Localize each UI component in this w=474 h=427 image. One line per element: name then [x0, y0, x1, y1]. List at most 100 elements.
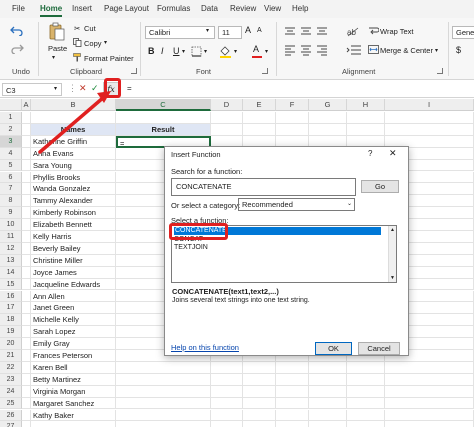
row-header-18[interactable]: 18: [0, 314, 22, 327]
cell-c24[interactable]: [116, 385, 211, 398]
cell-i1[interactable]: [385, 112, 474, 124]
row-header-7[interactable]: 7: [0, 183, 22, 196]
ok-button[interactable]: OK: [315, 342, 352, 355]
cell-f23[interactable]: [276, 373, 309, 386]
cell-h27[interactable]: [347, 421, 385, 427]
column-header-g[interactable]: G: [309, 99, 347, 111]
row-header-19[interactable]: 19: [0, 326, 22, 339]
category-select[interactable]: Recommended: [238, 198, 355, 211]
column-header-h[interactable]: H: [347, 99, 385, 111]
row-header-23[interactable]: 23: [0, 373, 22, 386]
cell-b23[interactable]: Betty Martinez: [31, 373, 116, 386]
cell-a1[interactable]: [22, 112, 31, 124]
font-size-select[interactable]: 11: [218, 26, 242, 39]
alignment-launcher-icon[interactable]: [437, 68, 443, 74]
cancel-button[interactable]: Cancel: [358, 342, 400, 355]
row-header-24[interactable]: 24: [0, 385, 22, 398]
merge-center-dropdown-icon[interactable]: ▾: [435, 47, 438, 54]
row-header-3[interactable]: 3: [0, 135, 22, 148]
cell-f2[interactable]: [276, 123, 309, 136]
undo-icon[interactable]: [10, 24, 24, 36]
row-header-11[interactable]: 11: [0, 231, 22, 243]
cell-d25[interactable]: [211, 397, 243, 410]
cell-f25[interactable]: [276, 397, 309, 410]
cell-b8[interactable]: Tammy Alexander: [31, 195, 116, 208]
function-item-textjoin[interactable]: TEXTJOIN: [174, 244, 208, 252]
cell-b16[interactable]: Ann Allen: [31, 290, 116, 303]
cell-b10[interactable]: Elizabeth Bennett: [31, 219, 116, 231]
cell-a27[interactable]: [22, 421, 31, 427]
cell-g23[interactable]: [309, 373, 347, 386]
cell-a24[interactable]: [22, 385, 31, 398]
row-header-27[interactable]: 27: [0, 421, 22, 427]
cancel-entry-icon[interactable]: ✕: [79, 83, 87, 94]
cell-h1[interactable]: [347, 112, 385, 124]
tab-data[interactable]: Data: [201, 4, 218, 13]
cell-c25[interactable]: [116, 397, 211, 410]
cell-i24[interactable]: [385, 385, 474, 398]
cell-e25[interactable]: [243, 397, 276, 410]
cut-button[interactable]: Cut: [84, 24, 96, 33]
cell-a14[interactable]: [22, 266, 31, 279]
cell-b18[interactable]: Michelle Kelly: [31, 314, 116, 327]
cell-d1[interactable]: [211, 112, 243, 124]
cell-h2[interactable]: [347, 123, 385, 136]
dialog-close-icon[interactable]: ✕: [389, 148, 397, 159]
orientation-icon[interactable]: ab: [346, 25, 360, 37]
cell-a13[interactable]: [22, 254, 31, 267]
cell-a3[interactable]: [22, 135, 31, 148]
cell-b5[interactable]: Sara Young: [31, 159, 116, 172]
row-header-20[interactable]: 20: [0, 338, 22, 350]
tab-view[interactable]: View: [264, 4, 281, 13]
borders-dropdown-icon[interactable]: ▾: [204, 48, 207, 55]
wrap-text-button[interactable]: Wrap Text: [380, 27, 414, 36]
column-header-i[interactable]: I: [385, 99, 474, 111]
row-header-10[interactable]: 10: [0, 219, 22, 231]
row-header-21[interactable]: 21: [0, 350, 22, 362]
cell-b17[interactable]: Janet Green: [31, 302, 116, 315]
cell-b2[interactable]: Names: [31, 123, 116, 136]
scroll-up-icon[interactable]: ▲: [390, 226, 395, 234]
cell-e24[interactable]: [243, 385, 276, 398]
font-color-dropdown-icon[interactable]: ▾: [265, 48, 268, 55]
cell-b12[interactable]: Beverly Bailey: [31, 242, 116, 255]
cell-a4[interactable]: [22, 147, 31, 160]
cell-c22[interactable]: [116, 361, 211, 374]
bold-button[interactable]: B: [148, 46, 155, 56]
cell-g27[interactable]: [309, 421, 347, 427]
column-header-d[interactable]: D: [211, 99, 243, 111]
format-painter-button[interactable]: Format Painter: [84, 54, 134, 63]
column-header-b[interactable]: B: [31, 99, 116, 111]
column-header-f[interactable]: F: [276, 99, 309, 111]
cell-b22[interactable]: Karen Bell: [31, 361, 116, 374]
cell-a17[interactable]: [22, 302, 31, 315]
cell-c1[interactable]: [116, 112, 211, 124]
formula-bar-resize-icon[interactable]: ⋮: [68, 83, 77, 94]
cell-a16[interactable]: [22, 290, 31, 303]
underline-button[interactable]: U: [173, 46, 180, 56]
cell-d2[interactable]: [211, 123, 243, 136]
cell-e1[interactable]: [243, 112, 276, 124]
cell-f22[interactable]: [276, 361, 309, 374]
paste-button[interactable]: Paste: [48, 44, 67, 53]
scroll-down-icon[interactable]: ▼: [390, 274, 395, 282]
cell-a21[interactable]: [22, 350, 31, 362]
function-list-scrollbar[interactable]: ▲ ▼: [388, 226, 396, 282]
cell-c26[interactable]: [116, 409, 211, 422]
cell-g1[interactable]: [309, 112, 347, 124]
merge-center-button[interactable]: Merge & Center: [380, 46, 433, 55]
cell-a15[interactable]: [22, 278, 31, 291]
tab-page-layout[interactable]: Page Layout: [104, 4, 149, 13]
font-name-select[interactable]: Calibri: [145, 26, 215, 39]
cell-e27[interactable]: [243, 421, 276, 427]
row-header-12[interactable]: 12: [0, 242, 22, 255]
cell-g22[interactable]: [309, 361, 347, 374]
shrink-font-icon[interactable]: A: [257, 27, 262, 34]
cell-h24[interactable]: [347, 385, 385, 398]
help-on-function-link[interactable]: Help on this function: [171, 343, 239, 352]
formula-input[interactable]: =: [127, 84, 132, 93]
borders-icon[interactable]: [191, 46, 203, 57]
copy-button[interactable]: Copy: [84, 39, 102, 48]
cell-a25[interactable]: [22, 397, 31, 410]
cell-f24[interactable]: [276, 385, 309, 398]
